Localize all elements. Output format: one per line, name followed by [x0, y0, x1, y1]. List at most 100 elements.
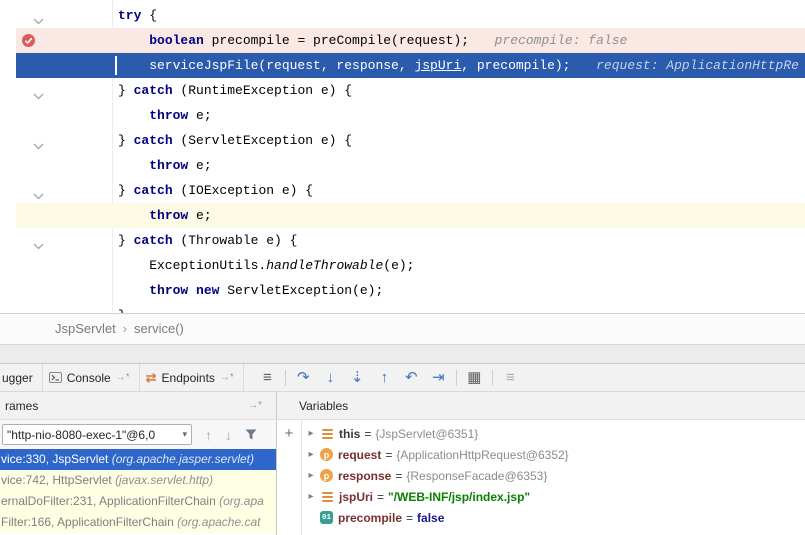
code-text: } catch (Throwable e) { [118, 228, 297, 253]
layout-grid-icon[interactable]: ▦ [461, 364, 488, 391]
view-options-icon[interactable]: ≡ [254, 364, 281, 391]
variable-name: this [339, 427, 360, 441]
code-line[interactable]: throw e; [0, 153, 805, 178]
frames-header-extra-marker: →* [248, 400, 262, 411]
code-token: } [118, 83, 134, 98]
debugger-content: "http-nio-8080-exec-1"@6,0 ▾ ↑ ↓ vice:33… [0, 420, 805, 535]
thread-selector-value: "http-nio-8080-exec-1"@6,0 [7, 428, 179, 442]
code-token: e; [188, 208, 211, 223]
text-caret [115, 56, 117, 75]
code-text: } [118, 303, 126, 313]
code-token: new [196, 283, 219, 298]
tab-endpoints[interactable]: ⇄ Endpoints →* [140, 364, 244, 391]
variable-value: {ResponseFacade@6353} [406, 469, 547, 483]
code-token: e; [188, 158, 211, 173]
code-text: } catch (RuntimeException e) { [118, 78, 352, 103]
frame-location: vice:330, JspServlet [1, 452, 112, 466]
code-token: e; [188, 108, 211, 123]
code-token: throw [149, 208, 188, 223]
code-token: } [118, 133, 134, 148]
endpoints-icon: ⇄ [146, 370, 157, 386]
variable-row[interactable]: ▸ 01 precompile = false [302, 507, 805, 528]
breadcrumb-item-method[interactable]: service() [134, 321, 184, 336]
run-to-cursor-icon[interactable]: ⇥ [425, 364, 452, 391]
fold-icon[interactable] [33, 187, 44, 194]
jspuri-value-link[interactable]: jspUri [414, 58, 461, 73]
thread-selector[interactable]: "http-nio-8080-exec-1"@6,0 ▾ [2, 424, 192, 445]
code-line[interactable]: } catch (RuntimeException e) { [0, 78, 805, 103]
fold-icon[interactable] [33, 12, 44, 19]
value-icon [320, 490, 334, 504]
code-token: , precompile); [461, 58, 578, 73]
stack-frame-row[interactable]: Filter:166, ApplicationFilterChain (org.… [0, 512, 276, 533]
variable-row[interactable]: ▸ this = {JspServlet@6351} [302, 423, 805, 444]
editor-toolwindow-splitter[interactable] [0, 344, 805, 363]
add-watch-button[interactable]: + [285, 427, 294, 441]
next-frame-icon[interactable]: ↓ [225, 427, 232, 443]
code-token: throw [149, 158, 188, 173]
frame-package: (org.apache.cat [177, 515, 260, 529]
code-line[interactable]: serviceJspFile(request, response, jspUri… [0, 53, 805, 78]
variable-row[interactable]: ▸ p response = {ResponseFacade@6353} [302, 465, 805, 486]
force-step-into-icon[interactable]: ⇣ [344, 364, 371, 391]
restore-layout-icon[interactable]: ≡ [497, 364, 524, 391]
variable-value: "/WEB-INF/jsp/index.jsp" [388, 490, 530, 504]
expand-chevron-icon[interactable]: ▸ [302, 470, 320, 481]
code-token: (RuntimeException e) { [173, 83, 352, 98]
stack-frame-row[interactable]: vice:742, HttpServlet (javax.servlet.htt… [0, 470, 276, 491]
code-token: ExceptionUtils. [118, 258, 266, 273]
variables-toolbar: + [277, 420, 302, 535]
code-token: { [141, 8, 157, 23]
code-line[interactable]: } [0, 303, 805, 313]
variable-row[interactable]: ▸ jspUri = "/WEB-INF/jsp/index.jsp" [302, 486, 805, 507]
stack-frame-row[interactable]: vice:330, JspServlet (org.apache.jasper.… [0, 449, 276, 470]
frames-list: vice:330, JspServlet (org.apache.jasper.… [0, 449, 276, 533]
expand-chevron-icon[interactable]: ▸ [302, 449, 320, 460]
drop-frame-icon[interactable]: ↶ [398, 364, 425, 391]
code-line[interactable]: } catch (Throwable e) { [0, 228, 805, 253]
code-line[interactable]: throw new ServletException(e); [0, 278, 805, 303]
code-line[interactable]: throw e; [0, 203, 805, 228]
step-out-icon[interactable]: ↑ [371, 364, 398, 391]
code-token: catch [134, 183, 173, 198]
code-token [188, 283, 196, 298]
expand-chevron-icon[interactable]: ▸ [302, 491, 320, 502]
code-token: catch [134, 133, 173, 148]
variable-value: false [417, 511, 444, 525]
fold-icon[interactable] [33, 87, 44, 94]
variable-name: request [338, 448, 381, 462]
code-line[interactable]: throw e; [0, 103, 805, 128]
code-token: try [118, 8, 141, 23]
code-line[interactable]: } catch (IOException e) { [0, 178, 805, 203]
tab-console[interactable]: Console →* [43, 364, 140, 391]
frame-package: (org.apa [219, 494, 264, 508]
code-editor[interactable]: try { boolean precompile = preCompile(re… [0, 0, 805, 313]
step-over-icon[interactable]: ↷ [290, 364, 317, 391]
code-line[interactable]: ExceptionUtils.handleThrowable(e); [0, 253, 805, 278]
step-into-icon[interactable]: ↓ [317, 364, 344, 391]
frames-header-label: rames [5, 399, 38, 413]
variables-header-label: Variables [299, 399, 348, 413]
fold-icon[interactable] [33, 137, 44, 144]
code-token: (IOException e) { [173, 183, 313, 198]
previous-frame-icon[interactable]: ↑ [205, 427, 212, 443]
code-token: handleThrowable [266, 258, 383, 273]
code-token: (ServletException e) { [173, 133, 352, 148]
code-line[interactable]: boolean precompile = preCompile(request)… [0, 28, 805, 53]
expand-chevron-icon[interactable]: ▸ [302, 428, 320, 439]
frame-location: ernalDoFilter:231, ApplicationFilterChai… [1, 494, 219, 508]
breakpoint-icon[interactable] [21, 33, 36, 48]
tab-debugger[interactable]: ugger [0, 364, 43, 391]
filter-frames-icon[interactable] [245, 429, 257, 440]
variable-name: precompile [338, 511, 402, 525]
code-line[interactable]: } catch (ServletException e) { [0, 128, 805, 153]
frames-panel-header: rames →* [0, 392, 277, 419]
code-text: } catch (IOException e) { [118, 178, 313, 203]
code-token: catch [134, 83, 173, 98]
stack-frame-row[interactable]: ernalDoFilter:231, ApplicationFilterChai… [0, 491, 276, 512]
equals-sign: = [406, 511, 413, 525]
variable-row[interactable]: ▸ p request = {ApplicationHttpRequest@63… [302, 444, 805, 465]
code-line[interactable]: try { [0, 3, 805, 28]
breadcrumb-item-class[interactable]: JspServlet [55, 321, 116, 336]
fold-icon[interactable] [33, 237, 44, 244]
